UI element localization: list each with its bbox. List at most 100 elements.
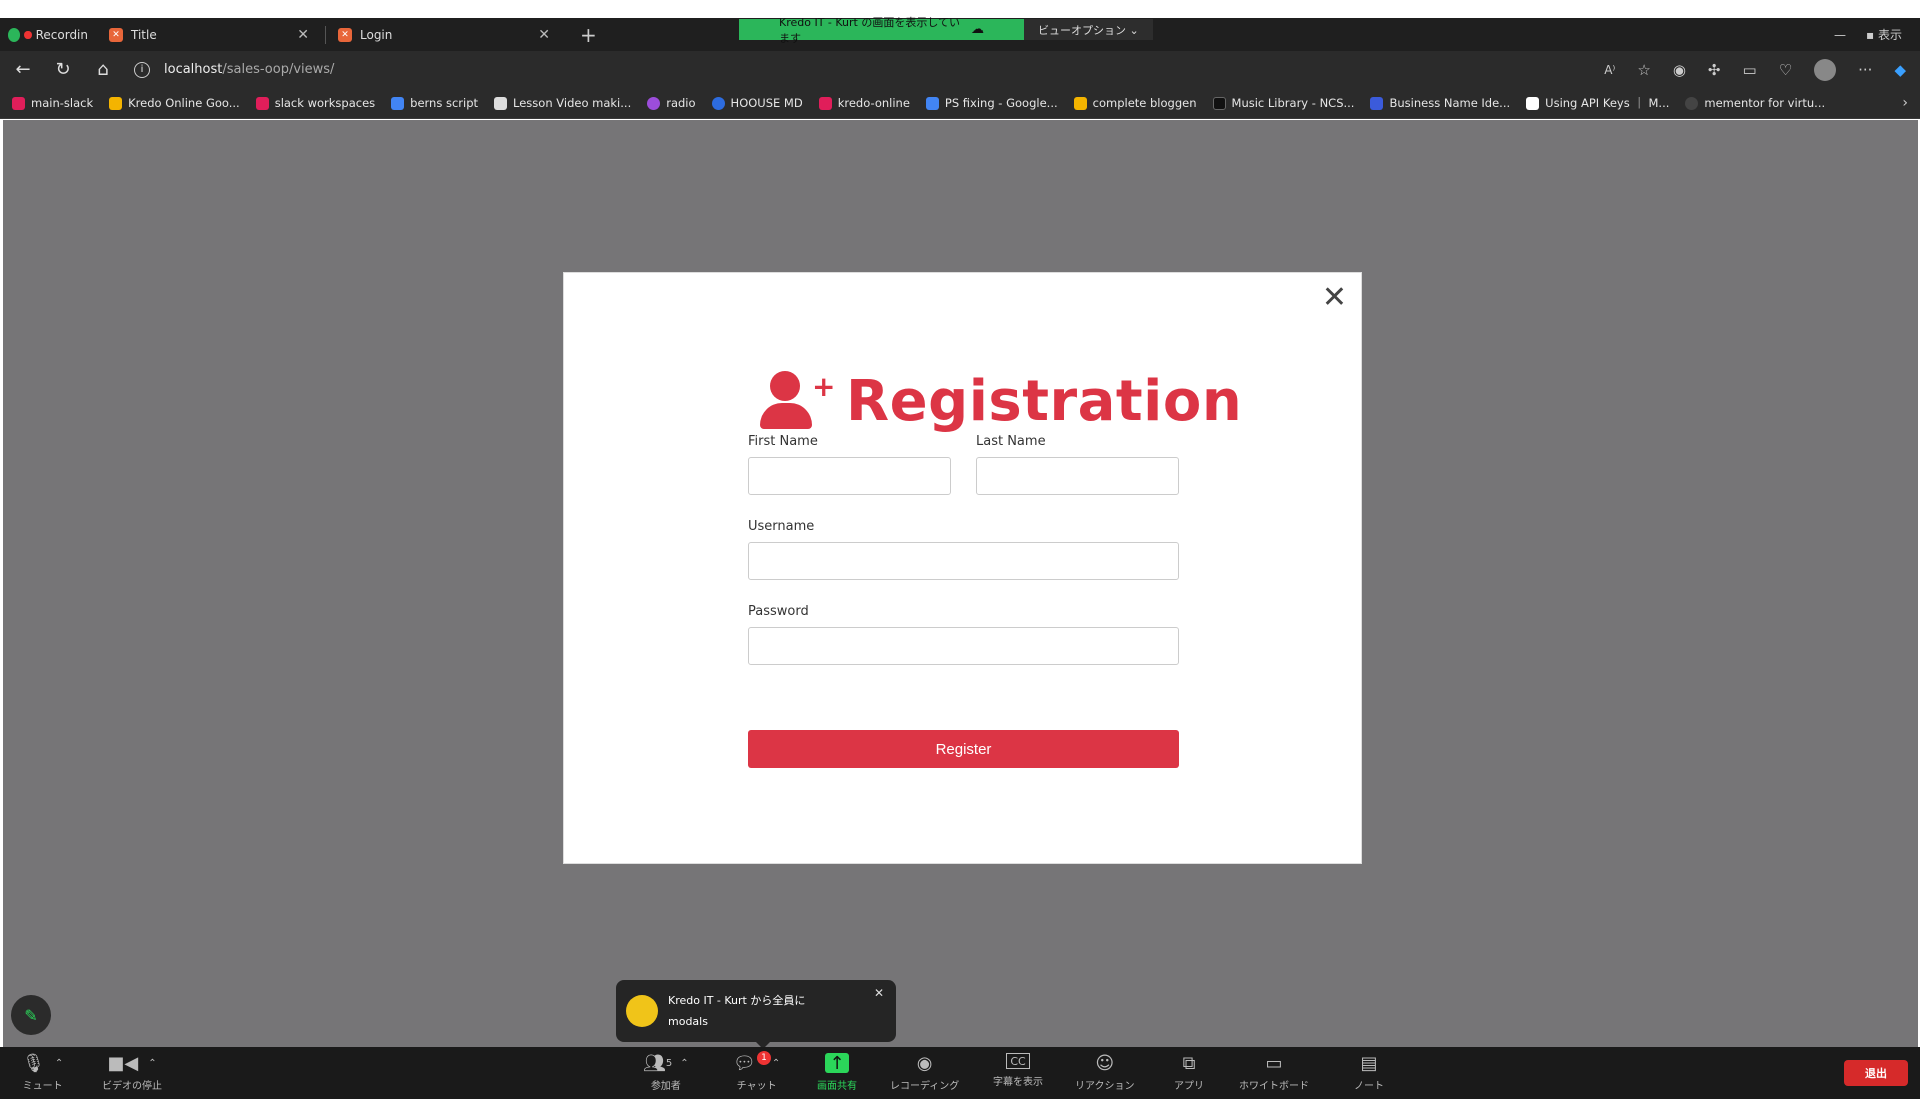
username-input[interactable] bbox=[748, 542, 1179, 580]
chat-badge: 1 bbox=[757, 1051, 771, 1065]
chevron-right-icon[interactable]: › bbox=[1902, 95, 1908, 111]
home-icon[interactable]: ⌂ bbox=[94, 59, 112, 80]
browser-toolbar: A⁾ ☆ ◉ ✣ ▭ ♡ ··· ◆ bbox=[1604, 58, 1906, 81]
share-banner-text: Kredo IT - Kurt の画面を表示しています bbox=[779, 15, 961, 45]
api-icon bbox=[1526, 96, 1540, 110]
more-icon[interactable]: ··· bbox=[1858, 61, 1872, 79]
bookmark-item[interactable]: berns script bbox=[391, 96, 478, 110]
bookmark-item[interactable]: kredo-online bbox=[818, 96, 910, 110]
captions-icon: CC bbox=[1006, 1053, 1030, 1069]
read-aloud-icon[interactable]: A⁾ bbox=[1604, 63, 1615, 77]
share-screen-button[interactable]: ↑ 画面共有 bbox=[817, 1053, 857, 1093]
profile-avatar[interactable] bbox=[1814, 58, 1837, 81]
window-controls: — ▪ 表示 bbox=[1834, 26, 1920, 43]
back-icon[interactable]: ← bbox=[14, 59, 32, 80]
chat-button[interactable]: 💬︎ 1 ⌃ チャット bbox=[733, 1051, 780, 1092]
tab-label: Title bbox=[131, 27, 157, 42]
register-button[interactable]: Register bbox=[748, 730, 1179, 768]
bookmark-label: Business Name Ide... bbox=[1389, 96, 1511, 110]
bookmark-item[interactable]: Business Name Ide... bbox=[1370, 96, 1510, 110]
bookmark-item[interactable]: Kredo Online Goo... bbox=[109, 96, 240, 110]
bookmark-item[interactable]: Lesson Video maki... bbox=[494, 96, 631, 110]
last-name-input[interactable] bbox=[976, 457, 1179, 495]
modal-title: Registration bbox=[846, 369, 1243, 434]
pencil-icon[interactable]: ✎ bbox=[11, 995, 51, 1035]
favorite-star-icon[interactable]: ☆ bbox=[1637, 61, 1650, 79]
bookmark-label: HOOUSE MD bbox=[730, 96, 803, 110]
participants-button[interactable]: 👥︎ 5 ⌃ 参加者 bbox=[643, 1053, 689, 1093]
info-icon[interactable]: i bbox=[134, 61, 150, 78]
close-icon[interactable]: ✕ bbox=[293, 27, 313, 43]
split-screen-icon[interactable]: ▭ bbox=[1743, 61, 1757, 79]
puzzle-icon[interactable]: ✣ bbox=[1708, 61, 1721, 79]
bookmark-item[interactable]: radio bbox=[647, 96, 696, 110]
leave-button[interactable]: 退出 bbox=[1844, 1060, 1908, 1086]
avatar bbox=[626, 995, 658, 1027]
bookmark-label: mementor for virtu... bbox=[1704, 96, 1826, 110]
new-tab-icon[interactable]: + bbox=[566, 23, 611, 47]
share-screen-icon: ↑ bbox=[825, 1053, 849, 1074]
bookmark-label: Music Library - NCS... bbox=[1231, 96, 1355, 110]
bookmark-label: Lesson Video maki... bbox=[513, 96, 632, 110]
chat-sender: Kredo IT - Kurt から全員に bbox=[668, 994, 806, 1007]
reactions-button[interactable]: ☺ リアクション bbox=[1075, 1053, 1135, 1093]
bookmark-item[interactable]: main-slack bbox=[12, 96, 93, 110]
chat-message: modals bbox=[668, 1015, 708, 1028]
reload-icon[interactable]: ↻ bbox=[54, 59, 72, 80]
bookmark-item[interactable]: Music Library - NCS... bbox=[1212, 96, 1355, 110]
participants-count: 5 bbox=[665, 1057, 673, 1069]
bookmark-label: Using API Keys ｜ M... bbox=[1545, 96, 1670, 110]
bookmark-item[interactable]: HOOUSE MD bbox=[711, 96, 803, 110]
first-name-input[interactable] bbox=[748, 457, 951, 495]
tab-label: Recordin bbox=[35, 27, 88, 42]
password-input[interactable] bbox=[748, 627, 1179, 665]
chat-notification[interactable]: Kredo IT - Kurt から全員に modals ✕ bbox=[616, 980, 896, 1049]
close-icon[interactable]: ✕ bbox=[534, 27, 554, 43]
tab-label: Login bbox=[360, 27, 393, 42]
bookmark-label: berns script bbox=[410, 96, 479, 110]
bookmark-item[interactable]: Using API Keys ｜ M... bbox=[1526, 95, 1669, 111]
record-icon: ◉ bbox=[916, 1052, 933, 1074]
url-field[interactable]: i localhost/sales-oop/views/ bbox=[134, 61, 1582, 78]
captions-label: 字幕を表示 bbox=[993, 1077, 1043, 1088]
notes-icon: ▤ bbox=[1360, 1052, 1378, 1074]
drive-icon bbox=[1073, 96, 1087, 110]
bookmark-item[interactable]: slack workspaces bbox=[255, 96, 375, 110]
tab-login[interactable]: ✕ Login ✕ bbox=[326, 18, 566, 51]
bookmark-label: complete bloggen bbox=[1092, 96, 1197, 110]
health-icon[interactable]: ♡ bbox=[1779, 61, 1792, 79]
ncs-icon bbox=[1212, 96, 1226, 110]
close-icon[interactable]: ✕ bbox=[1322, 283, 1347, 313]
close-icon[interactable]: ✕ bbox=[874, 986, 884, 1000]
bookmark-item[interactable]: PS fixing - Google... bbox=[925, 96, 1058, 110]
whiteboard-button[interactable]: ▭ ホワイトボード bbox=[1239, 1053, 1309, 1093]
tab-recording[interactable]: Recordin bbox=[0, 18, 100, 51]
video-label: ビデオの停止 bbox=[102, 1081, 162, 1092]
video-button[interactable]: ■◀ ⌃ ビデオの停止 bbox=[102, 1053, 162, 1093]
chat-label: チャット bbox=[736, 1081, 777, 1092]
apps-button[interactable]: ⧉ アプリ bbox=[1174, 1053, 1204, 1093]
tab-title[interactable]: ✕ Title ✕ bbox=[97, 18, 325, 51]
view-options-button[interactable]: ビューオプション ⌄ bbox=[1024, 19, 1153, 40]
xampp-favicon-icon: ✕ bbox=[338, 27, 352, 42]
captions-button[interactable]: CC 字幕を表示 bbox=[993, 1053, 1043, 1088]
url-host: localhost bbox=[164, 62, 223, 77]
url-path: /sales-oop/views/ bbox=[222, 62, 335, 77]
slack-icon bbox=[12, 96, 25, 110]
page-backdrop: ✕ + Registration First Name Last Name Us… bbox=[3, 120, 1918, 1047]
docs-icon bbox=[391, 96, 405, 110]
user-plus-icon: + bbox=[760, 370, 835, 433]
bookmark-item[interactable]: mementor for virtu... bbox=[1685, 96, 1825, 110]
bookmark-item[interactable]: complete bloggen bbox=[1073, 96, 1197, 110]
notes-button[interactable]: ▤ ノート bbox=[1354, 1052, 1384, 1093]
copilot-icon[interactable]: ◆ bbox=[1894, 61, 1906, 79]
recording-button[interactable]: ◉ レコーディング bbox=[890, 1052, 959, 1093]
mute-button[interactable]: 🎙︎ ⌃ ミュート bbox=[22, 1053, 63, 1093]
bookmark-label: kredo-online bbox=[837, 96, 910, 110]
participants-label: 参加者 bbox=[650, 1081, 681, 1092]
bookmarks-bar: main-slack Kredo Online Goo... slack wor… bbox=[0, 88, 1920, 119]
extension-icon[interactable]: ◉ bbox=[1673, 61, 1686, 79]
view-icon[interactable]: ▪ 表示 bbox=[1866, 26, 1902, 43]
minimize-icon[interactable]: — bbox=[1834, 28, 1846, 42]
xampp-favicon-icon: ✕ bbox=[109, 27, 123, 42]
